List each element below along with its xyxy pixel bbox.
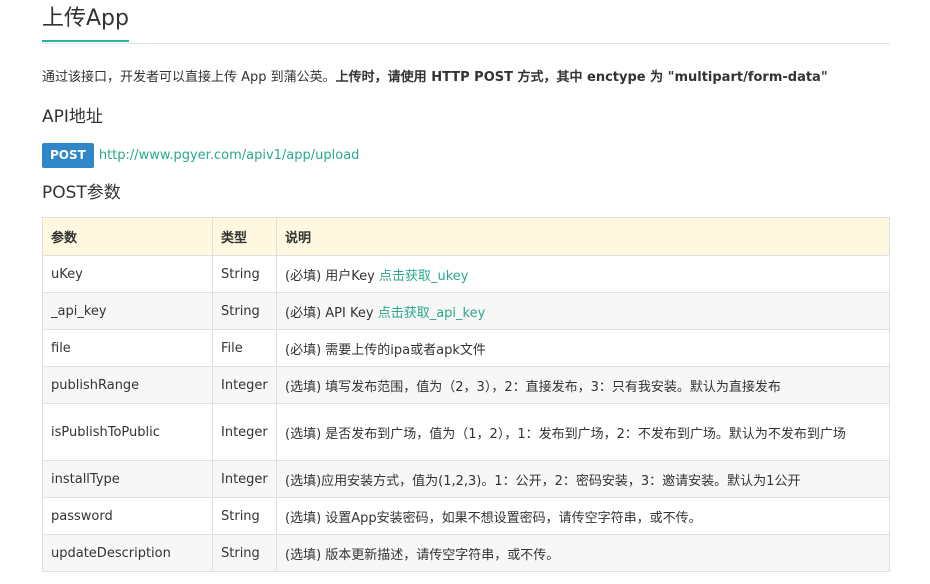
param-name: updateDescription [42,534,213,572]
param-name: isPublishToPublic [42,403,213,461]
table-row: file File (必填) 需要上传的ipa或者apk文件 [42,329,890,367]
table-row: publishRange Integer (选填) 填写发布范围，值为（2，3）… [42,366,890,404]
column-header-type: 类型 [212,217,277,256]
param-name: uKey [42,255,213,293]
api-url-link[interactable]: http://www.pgyer.com/apiv1/app/upload [99,148,360,163]
post-params-heading: POST参数 [42,183,121,203]
param-type: Integer [212,403,277,461]
param-description: (必填) 需要上传的ipa或者apk文件 [276,329,890,367]
intro-bold-text: 上传时，请使用 HTTP POST 方式，其中 enctype 为 "multi… [335,70,828,85]
table-row: installType Integer (选填)应用安装方式，值为(1,2,3)… [42,460,890,498]
param-name: installType [42,460,213,498]
api-url-row: POST http://www.pgyer.com/apiv1/app/uplo… [42,143,359,168]
params-table-header-row: 参数 类型 说明 [42,217,890,256]
param-description: (必填) 用户Key 点击获取_ukey [276,255,890,293]
param-description: (选填) 是否发布到广场，值为（1，2），1：发布到广场，2：不发布到广场。默认… [276,403,890,461]
param-type: String [212,292,277,330]
param-type: Integer [212,366,277,404]
intro-text: 通过该接口，开发者可以直接上传 App 到蒲公英。 [42,70,336,85]
param-name: password [42,497,213,535]
table-row: isPublishToPublic Integer (选填) 是否发布到广场，值… [42,403,890,461]
column-header-description: 说明 [276,217,890,256]
param-name: publishRange [42,366,213,404]
params-table: 参数 类型 说明 uKey String (必填) 用户Key 点击获取_uke… [42,217,890,572]
param-description-text: (必填) API Key [285,305,378,321]
api-doc-page: 上传App 通过该接口，开发者可以直接上传 App 到蒲公英。上传时，请使用 H… [0,0,930,584]
table-row: _api_key String (必填) API Key 点击获取_api_ke… [42,292,890,330]
http-method-badge: POST [42,143,94,168]
param-name: _api_key [42,292,213,330]
param-type: String [212,534,277,572]
page-title: 上传App [42,4,129,42]
param-description: (选填) 设置App安装密码，如果不想设置密码，请传空字符串，或不传。 [276,497,890,535]
get-api-key-link[interactable]: 点击获取_api_key [378,306,486,321]
param-type: File [212,329,277,367]
param-description: (选填) 填写发布范围，值为（2，3），2：直接发布，3：只有我安装。默认为直接… [276,366,890,404]
param-name: file [42,329,213,367]
param-description: (选填)应用安装方式，值为(1,2,3)。1：公开，2：密码安装，3：邀请安装。… [276,460,890,498]
title-section: 上传App [42,0,890,44]
api-address-heading: API地址 [42,107,103,127]
get-ukey-link[interactable]: 点击获取_ukey [379,269,469,284]
table-row: uKey String (必填) 用户Key 点击获取_ukey [42,255,890,293]
intro-paragraph: 通过该接口，开发者可以直接上传 App 到蒲公英。上传时，请使用 HTTP PO… [42,68,828,88]
param-type: String [212,497,277,535]
param-type: Integer [212,460,277,498]
param-type: String [212,255,277,293]
param-description-text: (必填) 用户Key [285,268,379,284]
table-row: updateDescription String (选填) 版本更新描述，请传空… [42,534,890,572]
param-description: (选填) 版本更新描述，请传空字符串，或不传。 [276,534,890,572]
param-description: (必填) API Key 点击获取_api_key [276,292,890,330]
column-header-param: 参数 [42,217,213,256]
table-row: password String (选填) 设置App安装密码，如果不想设置密码，… [42,497,890,535]
